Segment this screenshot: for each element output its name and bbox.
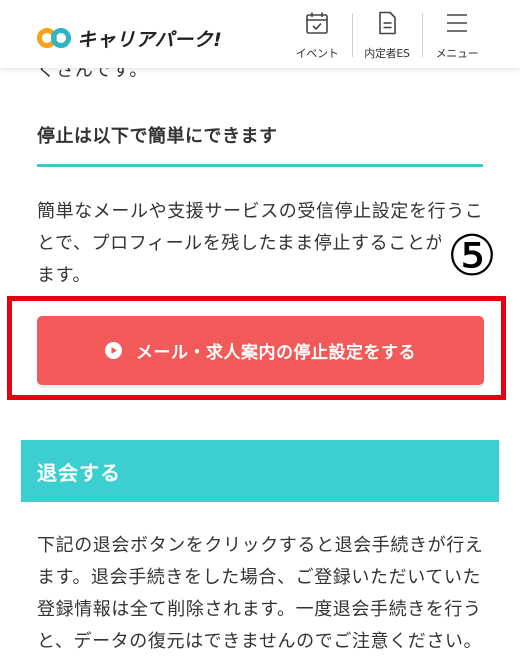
site-logo[interactable]: キャリアパーク! xyxy=(36,24,222,52)
nav-menu[interactable]: メニュー xyxy=(422,0,492,68)
annotation-number-5: ⑤ xyxy=(441,226,503,288)
heading-underline xyxy=(37,164,483,167)
nav-event[interactable]: イベント xyxy=(282,0,352,68)
nav-es-label: 内定者ES xyxy=(364,47,410,60)
document-icon xyxy=(379,11,396,35)
section-heading-stop: 停止は以下で簡単にできます xyxy=(37,126,278,147)
hamburger-menu-icon xyxy=(447,14,467,32)
withdraw-section-header: 退会する xyxy=(21,440,499,502)
site-header: キャリアパーク! イベント 内定者ES メニュー xyxy=(0,0,520,68)
nav-menu-label: メニュー xyxy=(435,47,479,60)
page: キャリアパーク! イベント 内定者ES メニュー くさんです。 停止は以下で簡単… xyxy=(0,0,520,667)
stop-mail-settings-button[interactable]: メール・求人案内の停止設定をする xyxy=(37,316,484,385)
nav-event-label: イベント xyxy=(295,47,339,60)
withdraw-description: 下記の退会ボタンをクリックすると退会手続きが行えます。退会手続きをした場合、ご登… xyxy=(37,535,484,652)
calendar-icon xyxy=(306,12,328,34)
logo-text: キャリアパーク! xyxy=(77,28,223,51)
withdraw-title: 退会する xyxy=(37,460,121,485)
logo-mark-icon xyxy=(37,28,71,48)
header-nav: イベント 内定者ES メニュー xyxy=(282,0,492,68)
play-circle-icon xyxy=(105,342,122,359)
nav-es[interactable]: 内定者ES xyxy=(352,0,422,68)
stop-description: 簡単なメールや支援サービスの受信停止設定を行うことで、プロフィールを残したまま停… xyxy=(37,201,484,286)
stop-button-label: メール・求人案内の停止設定をする xyxy=(136,343,416,363)
